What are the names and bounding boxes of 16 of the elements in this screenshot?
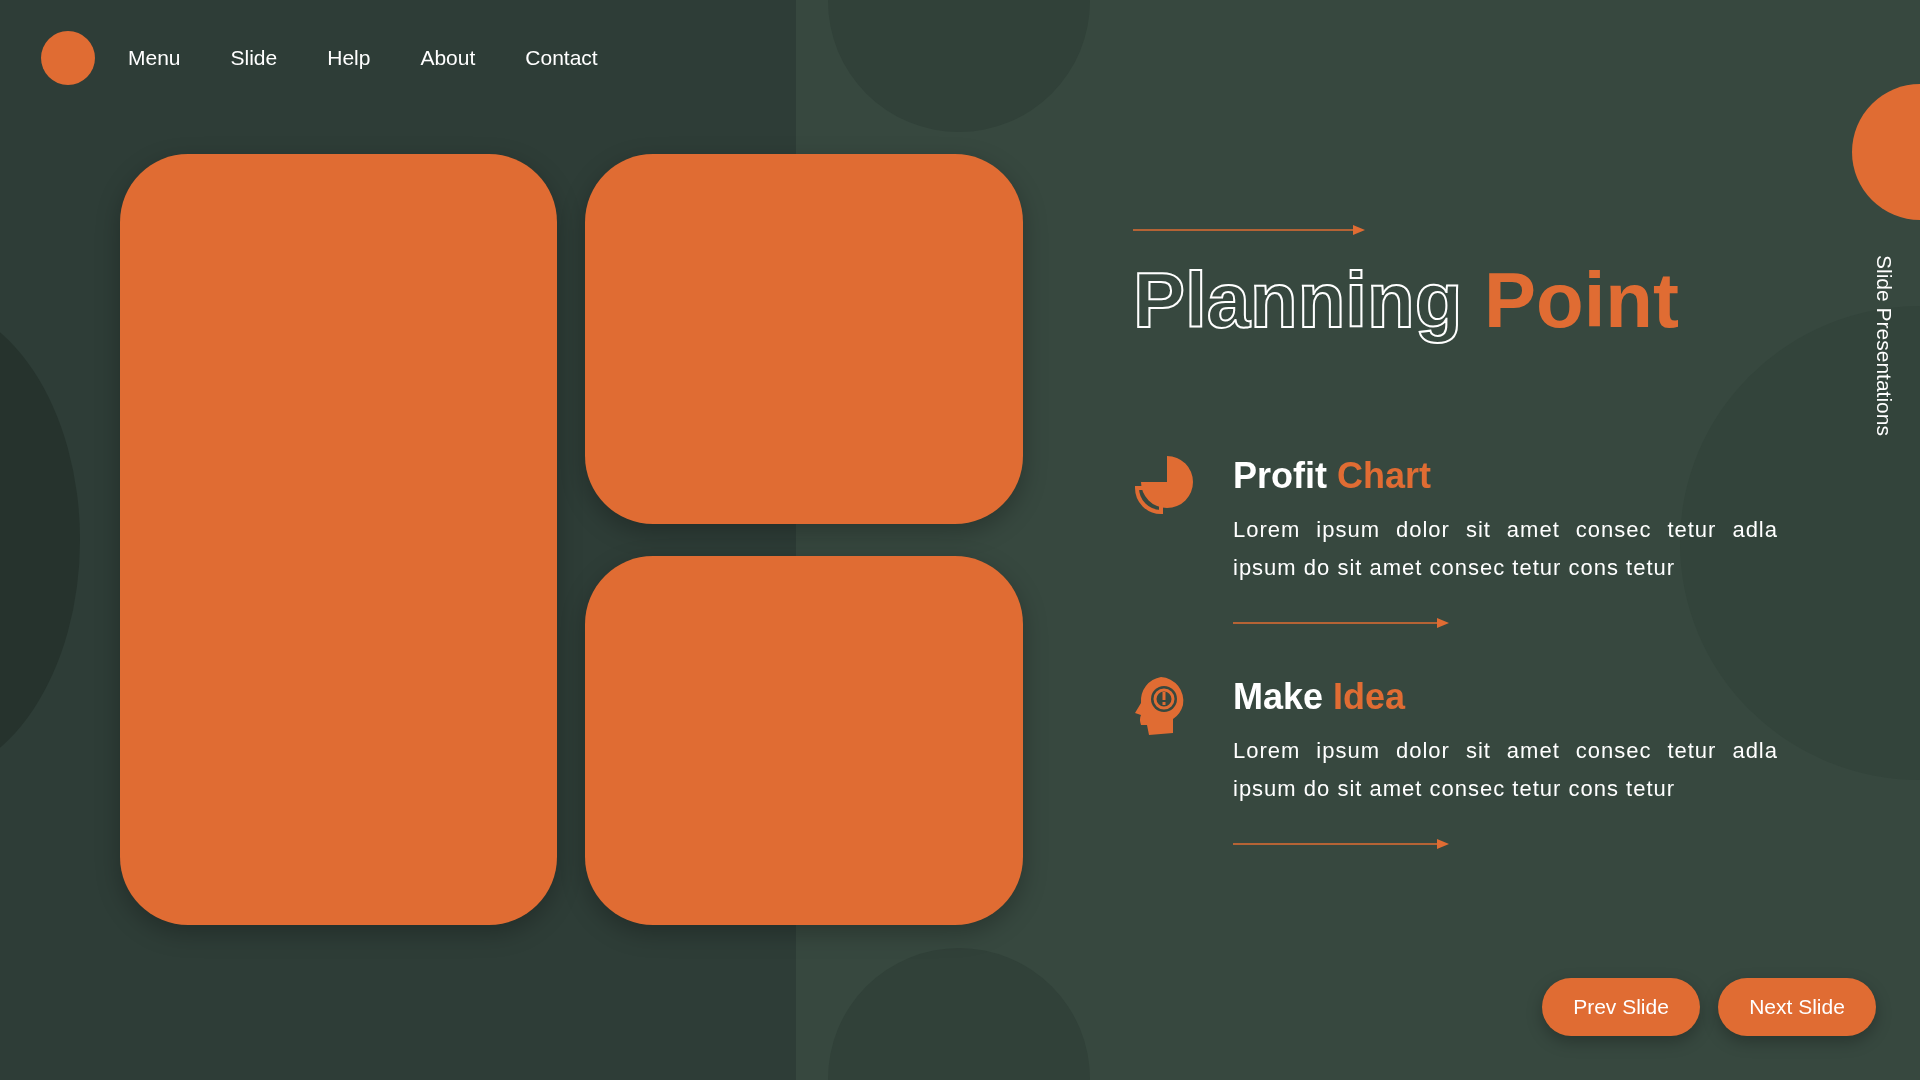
pie-chart-icon — [1133, 453, 1195, 516]
feature-text: Lorem ipsum dolor sit amet consec tetur adla ipsum do sit amet consec tetur cons tetur — [1233, 737, 1778, 804]
logo-icon[interactable] — [41, 31, 95, 85]
nav-link[interactable]: About — [420, 46, 476, 70]
feature-heading: Make Idea — [1233, 675, 1407, 719]
slide-title: Planning Point — [1133, 258, 1680, 344]
feature-heading: Profit Chart — [1233, 453, 1432, 497]
arrow-icon — [1133, 224, 1365, 236]
nav-link[interactable]: Menu — [128, 46, 181, 70]
arrow-icon — [1233, 838, 1449, 851]
feature-text: Lorem ipsum dolor sit amet consec tetur adla ipsum do sit amet consec tetur cons tetur — [1233, 516, 1778, 582]
nav-link[interactable]: Slide — [230, 46, 278, 70]
arrow-icon — [1233, 617, 1449, 629]
nav-link[interactable]: Help — [327, 46, 371, 70]
side-label: Slide Presentations — [1872, 255, 1896, 436]
nav-link[interactable]: Contact — [525, 46, 598, 70]
